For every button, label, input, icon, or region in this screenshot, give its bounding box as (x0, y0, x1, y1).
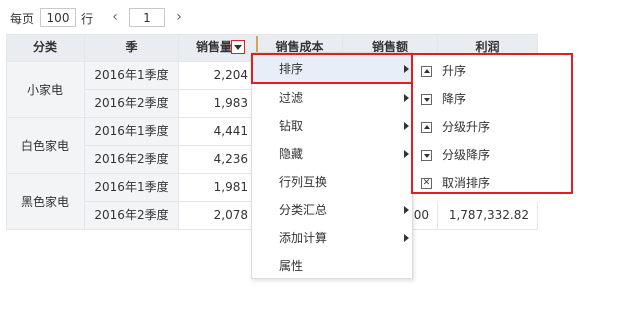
season-cell: 2016年2季度 (85, 90, 179, 118)
column-header-season[interactable]: 季 (85, 34, 179, 62)
menu-item-label: 行列互换 (279, 175, 328, 189)
column-header-sales-qty[interactable]: 销售量 (179, 34, 257, 62)
sales-qty-cell: 1,981 (179, 174, 257, 202)
season-cell: 2016年1季度 (85, 174, 179, 202)
submenu-arrow-icon (404, 150, 409, 158)
sales-qty-cell: 2,078 (179, 202, 257, 230)
next-page-icon[interactable]: › (172, 9, 186, 27)
sort-submenu: 升序 降序 分级升序 分级降序 ✕ 取消排序 (411, 53, 573, 194)
submenu-item-label: 降序 (442, 92, 467, 106)
submenu-arrow-icon (404, 94, 409, 102)
column-header-category[interactable]: 分类 (6, 34, 85, 62)
sales-qty-cell: 1,983 (179, 90, 257, 118)
sort-desc-icon (421, 94, 432, 105)
submenu-item-descending[interactable]: 降序 (413, 85, 571, 113)
submenu-item-label: 取消排序 (442, 176, 491, 190)
season-cell: 2016年1季度 (85, 62, 179, 90)
menu-item-hide[interactable]: 隐藏 (252, 140, 412, 168)
page-number-input[interactable] (129, 8, 165, 27)
sort-desc-icon (421, 150, 432, 161)
sales-qty-cell: 4,441 (179, 118, 257, 146)
sort-asc-icon (421, 122, 432, 133)
season-cell: 2016年1季度 (85, 118, 179, 146)
rows-per-page-label: 每页 (10, 12, 35, 26)
column-menu-dropdown-icon[interactable] (231, 40, 245, 54)
menu-item-properties[interactable]: 属性 (252, 252, 412, 280)
category-cell: 白色家电 (6, 118, 85, 174)
rows-unit-label: 行 (81, 12, 94, 26)
menu-item-label: 钻取 (279, 119, 304, 133)
submenu-item-label: 分级升序 (442, 120, 491, 134)
clear-sort-icon: ✕ (421, 178, 432, 189)
prev-page-icon[interactable]: ‹ (108, 9, 122, 27)
submenu-item-clear-sort[interactable]: ✕ 取消排序 (413, 169, 571, 197)
submenu-item-group-descending[interactable]: 分级降序 (413, 141, 571, 169)
category-cell: 小家电 (6, 62, 85, 118)
submenu-item-ascending[interactable]: 升序 (413, 57, 571, 85)
menu-item-label: 过滤 (279, 91, 304, 105)
menu-item-filter[interactable]: 过滤 (252, 84, 412, 112)
season-cell: 2016年2季度 (85, 202, 179, 230)
sales-qty-cell: 2,204 (179, 62, 257, 90)
menu-item-add-calculation[interactable]: 添加计算 (252, 224, 412, 252)
submenu-arrow-icon (404, 234, 409, 242)
sales-qty-cell: 4,236 (179, 146, 257, 174)
submenu-item-label: 分级降序 (442, 148, 491, 162)
season-cell: 2016年2季度 (85, 146, 179, 174)
menu-item-label: 属性 (279, 259, 304, 273)
menu-item-label: 隐藏 (279, 147, 304, 161)
category-cell: 黑色家电 (6, 174, 85, 230)
menu-item-label: 分类汇总 (279, 203, 328, 217)
active-item-highlight (251, 53, 413, 84)
menu-item-drill[interactable]: 钻取 (252, 112, 412, 140)
submenu-arrow-icon (404, 122, 409, 130)
submenu-item-label: 升序 (442, 64, 467, 78)
sort-asc-icon (421, 66, 432, 77)
menu-item-label: 添加计算 (279, 231, 328, 245)
rows-per-page-input[interactable] (40, 8, 76, 27)
submenu-item-group-ascending[interactable]: 分级升序 (413, 113, 571, 141)
profit-cell: 1,787,332.82 (438, 202, 538, 230)
column-context-menu: 排序 过滤 钻取 隐藏 行列互换 分类汇总 添加计算 属性 (251, 52, 413, 279)
submenu-arrow-icon (404, 206, 409, 214)
menu-item-transpose[interactable]: 行列互换 (252, 168, 412, 196)
menu-item-subtotal[interactable]: 分类汇总 (252, 196, 412, 224)
